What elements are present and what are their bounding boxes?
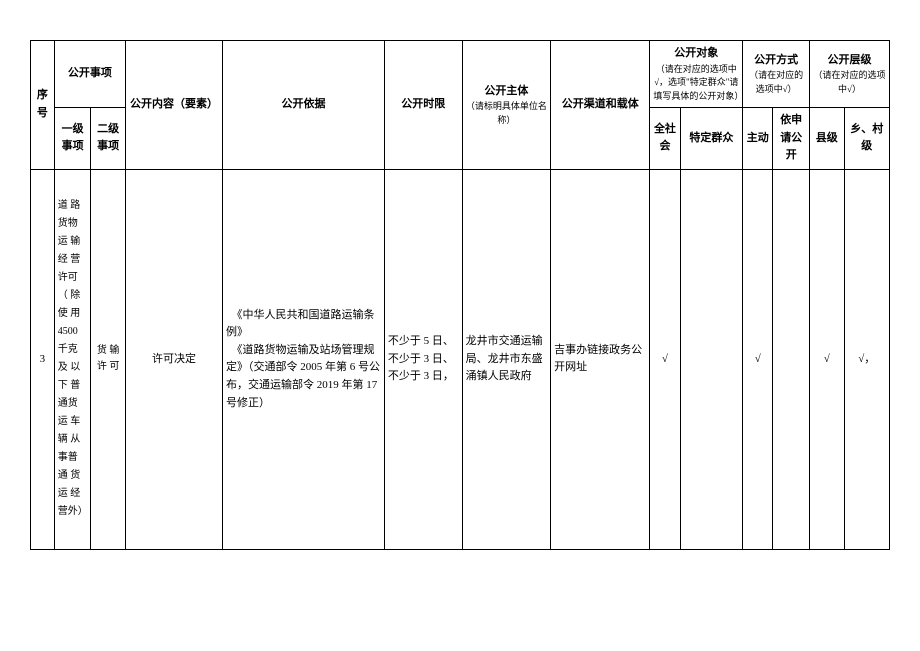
hdr-on-apply: 依申请公开 — [773, 108, 810, 170]
cell-village: √， — [844, 169, 889, 549]
hdr-subject: 公开主体 （请标明具体单位名称） — [462, 41, 550, 170]
hdr-method: 公开方式 （请在对应的选项中√） — [743, 41, 810, 108]
cell-specific — [680, 169, 743, 549]
hdr-subject-title: 公开主体 — [484, 85, 528, 97]
hdr-basis: 公开依据 — [223, 41, 385, 170]
hdr-timelimit: 公开时限 — [384, 41, 462, 170]
hdr-level1: 一级事项 — [54, 108, 91, 170]
cell-active: √ — [743, 169, 773, 549]
disclosure-table: 序号 公开事项 公开内容（要素） 公开依据 公开时限 公开主体 （请标明具体单位… — [30, 40, 890, 550]
cell-channel: 吉事办链接政务公开网址 — [551, 169, 650, 549]
hdr-channel: 公开渠道和载体 — [551, 41, 650, 170]
hdr-target: 公开对象 （请在对应的选项中√，选项"特定群众"请填写具体的公开对象） — [650, 41, 743, 108]
hdr-county: 县级 — [810, 108, 845, 170]
cell-subject: 龙井市交通运输局、龙井市东盛涌镇人民政府 — [462, 169, 550, 549]
cell-all-society: √ — [650, 169, 680, 549]
hdr-method-note: （请在对应的选项中√） — [746, 69, 806, 96]
hdr-subject-note: （请标明具体单位名称） — [466, 100, 547, 127]
hdr-specific: 特定群众 — [680, 108, 743, 170]
hdr-target-note: （请在对应的选项中√，选项"特定群众"请填写具体的公开对象） — [653, 63, 739, 104]
table-row: 3 道 路 货物 运 输经 营 许可（ 除使 用 4500 千克 及 以下 普 … — [31, 169, 890, 549]
cell-content: 许可决定 — [125, 169, 222, 549]
hdr-matter: 公开事项 — [54, 41, 125, 108]
hdr-village: 乡、村级 — [844, 108, 889, 170]
cell-on-apply — [773, 169, 810, 549]
cell-l2: 货 输 许 可 — [91, 169, 126, 549]
hdr-content: 公开内容（要素） — [125, 41, 222, 170]
table-header: 序号 公开事项 公开内容（要素） 公开依据 公开时限 公开主体 （请标明具体单位… — [31, 41, 890, 170]
hdr-method-title: 公开方式 — [754, 54, 798, 66]
cell-county: √ — [810, 169, 845, 549]
cell-basis: 《中华人民共和国道路运输条例》 《道路货物运输及站场管理规定》（交通部令 200… — [223, 169, 385, 549]
hdr-active: 主动 — [743, 108, 773, 170]
cell-seq: 3 — [31, 169, 55, 549]
hdr-level-note: （请在对应的选项中√） — [813, 69, 886, 96]
hdr-target-title: 公开对象 — [674, 47, 718, 59]
hdr-level2: 二级事项 — [91, 108, 126, 170]
hdr-all-society: 全社会 — [650, 108, 680, 170]
cell-l1: 道 路 货物 运 输经 营 许可（ 除使 用 4500 千克 及 以下 普 通货… — [54, 169, 91, 549]
hdr-seq: 序号 — [31, 41, 55, 170]
hdr-level: 公开层级 （请在对应的选项中√） — [810, 41, 890, 108]
cell-timelimit: 不少于 5 日、不少于 3 日、不少于 3 日， — [384, 169, 462, 549]
hdr-level-title: 公开层级 — [828, 54, 872, 66]
